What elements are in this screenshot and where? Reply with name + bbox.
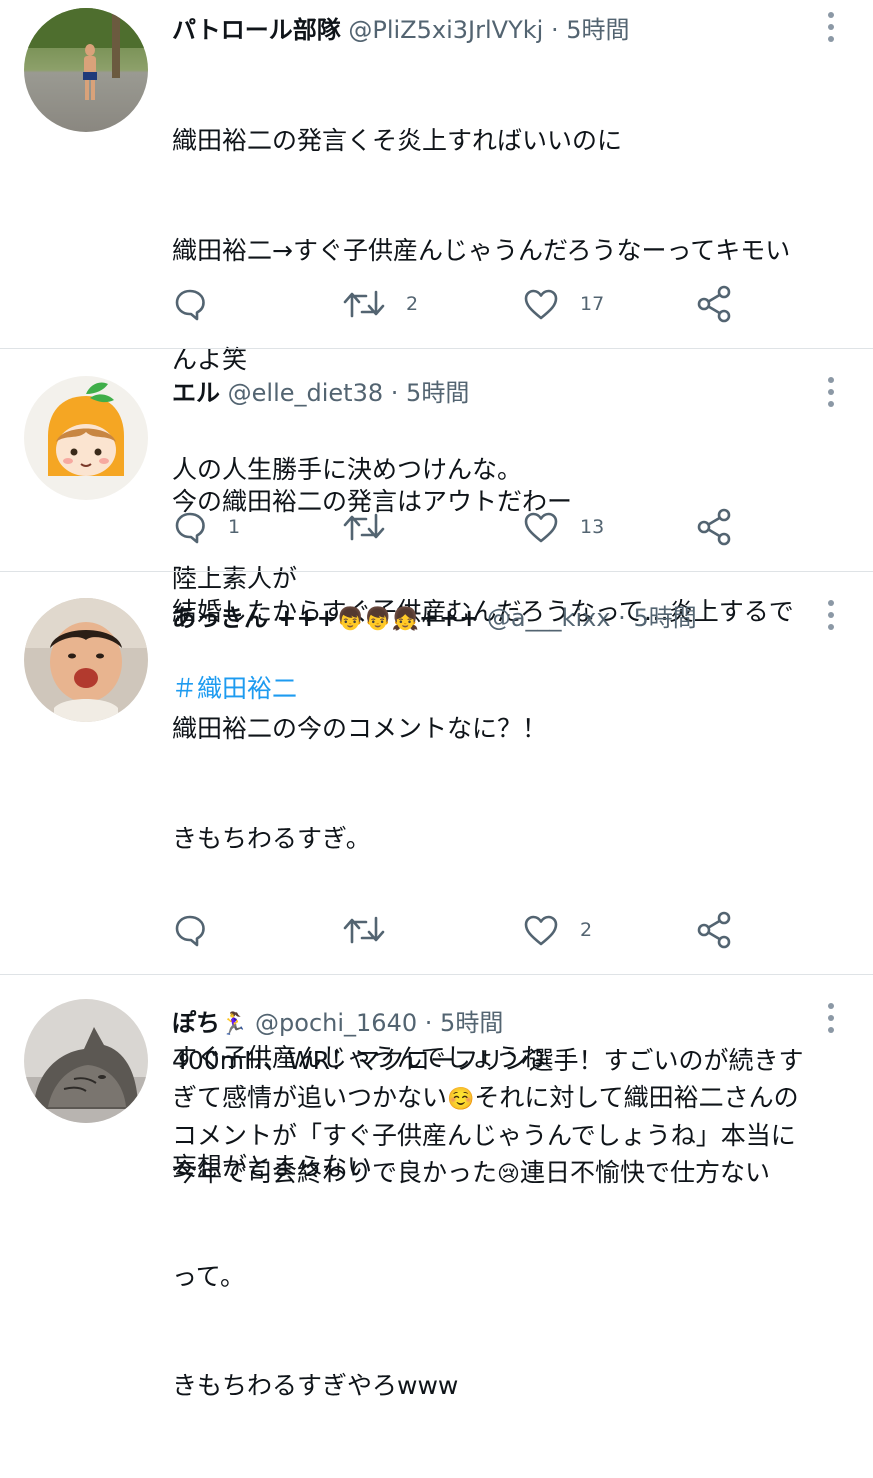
tweet-line: って。 [172,1261,246,1291]
tweet-line: きもちわるすぎ。 [172,823,371,853]
tweet-text-fragment: 今年で司会終わりで良かった [172,1157,498,1187]
retweet-button[interactable] [342,908,406,952]
display-name[interactable]: エル [172,379,220,407]
user-handle[interactable]: @pochi_1640 [255,1009,417,1037]
tweet-line: 織田裕二の発言くそ炎上すればいいのに [172,126,623,155]
tweet-line: ぎて感情が追いつかない☺️それに対して織田裕二さんの [172,1080,833,1119]
reply-icon [175,512,205,544]
user-handle[interactable]: @elle_diet38 [228,379,383,407]
crying-face-emoji: 😢 [497,1161,520,1187]
display-name-suffix[interactable]: +++ [419,604,479,632]
reply-icon [175,915,205,947]
tweet-line: 400mH、WR！マクローフリン選手！すごいのが続きす [172,1046,804,1075]
share-icon [697,911,731,949]
share-icon [697,285,731,323]
like-count: 17 [580,293,605,315]
name-emoji: 🏃‍♀️ [220,1012,248,1037]
timestamp[interactable]: 5時間 [566,16,629,44]
heart-icon [524,289,558,320]
share-icon [697,508,731,546]
separator-dot: · [550,16,559,44]
retweet-button[interactable]: 2 [342,282,418,326]
tweet[interactable]: エル @elle_diet38 · 5時間 今の織田裕二の発言はアウトだわー 結… [0,349,873,626]
separator-dot: · [618,604,626,632]
more-vertical-icon[interactable] [827,1003,835,1033]
tweet-line: コメントが「すぐ子供産んじゃうんでしょうね」本当に [172,1121,796,1150]
name-emoji: 👦👦👧 [336,607,419,632]
reply-icon [175,289,205,321]
tweet-line: 織田裕二→すぐ子供産んじゃうんだろうなーってキモい [172,235,791,265]
avatar[interactable] [24,8,148,132]
like-count: 2 [580,919,593,941]
reply-count: 1 [228,516,241,538]
separator-dot: · [390,379,399,407]
tweet-line: 織田裕二の今のコメントなに？！ [172,714,548,743]
tweet-line: きもちわるすぎやろwww [172,1371,459,1400]
like-button[interactable]: 2 [522,908,592,952]
heart-icon [524,512,558,543]
avatar[interactable] [24,999,148,1123]
tweet[interactable]: ぽち🏃‍♀️ @pochi_1640 · 5時間 400mH、WR！マクローフリ… [0,975,873,1200]
retweet-count: 2 [406,293,419,315]
reply-button[interactable]: 1 [172,505,240,549]
display-name[interactable]: あっきん +++ [172,604,337,632]
timestamp[interactable]: 5時間 [440,1009,503,1037]
timestamp[interactable]: 5時間 [633,604,696,632]
tweet-header: あっきん +++👦👦👧+++ @a___kixx · 5時間 [172,602,833,636]
retweet-icon [343,916,385,944]
heart-icon [524,915,558,946]
retweet-icon [343,290,385,318]
user-handle[interactable]: @a___kixx [487,604,611,632]
tweet[interactable]: パトロール部隊 @PliZ5xi3JrlVYkj · 5時間 織田裕二の発言くそ… [0,0,873,703]
like-button[interactable]: 17 [522,282,604,326]
tweet-text-fragment: それに対して織田裕二さんの [474,1082,799,1112]
tweet-text: 400mH、WR！マクローフリン選手！すごいのが続きす ぎて感情が追いつかない☺… [172,1043,833,1193]
separator-dot: · [424,1009,433,1037]
tweet[interactable]: あっきん +++👦👦👧+++ @a___kixx · 5時間 織田裕二の今のコメ… [0,572,873,1400]
avatar[interactable] [24,598,148,722]
user-handle[interactable]: @PliZ5xi3JrlVYkj [348,16,543,44]
more-vertical-icon[interactable] [827,600,835,630]
reply-button[interactable] [172,282,228,326]
like-button[interactable]: 13 [522,505,604,549]
reply-button[interactable] [172,908,228,952]
timestamp[interactable]: 5時間 [406,379,469,407]
avatar[interactable] [24,376,148,500]
share-button[interactable] [694,505,734,549]
display-name[interactable]: パトロール部隊 [172,16,341,44]
retweet-button[interactable] [342,505,406,549]
tweet-header: ぽち🏃‍♀️ @pochi_1640 · 5時間 [172,1007,833,1041]
tweet-line: 今年で司会終わりで良かった😢連日不愉快で仕方ない [172,1155,833,1194]
tweet-header: エル @elle_diet38 · 5時間 [172,377,833,409]
more-vertical-icon[interactable] [827,377,835,407]
share-button[interactable] [694,282,734,326]
smiling-face-emoji: ☺️ [447,1086,475,1112]
display-name[interactable]: ぽち [172,1009,220,1037]
retweet-icon [343,513,385,541]
tweet-header: パトロール部隊 @PliZ5xi3JrlVYkj · 5時間 [172,14,833,46]
share-button[interactable] [694,908,734,952]
more-vertical-icon[interactable] [827,12,835,42]
like-count: 13 [580,516,605,538]
tweet-text-fragment: ぎて感情が追いつかない [172,1082,448,1112]
tweet-text-fragment: 連日不愉快で仕方ない [519,1157,770,1187]
